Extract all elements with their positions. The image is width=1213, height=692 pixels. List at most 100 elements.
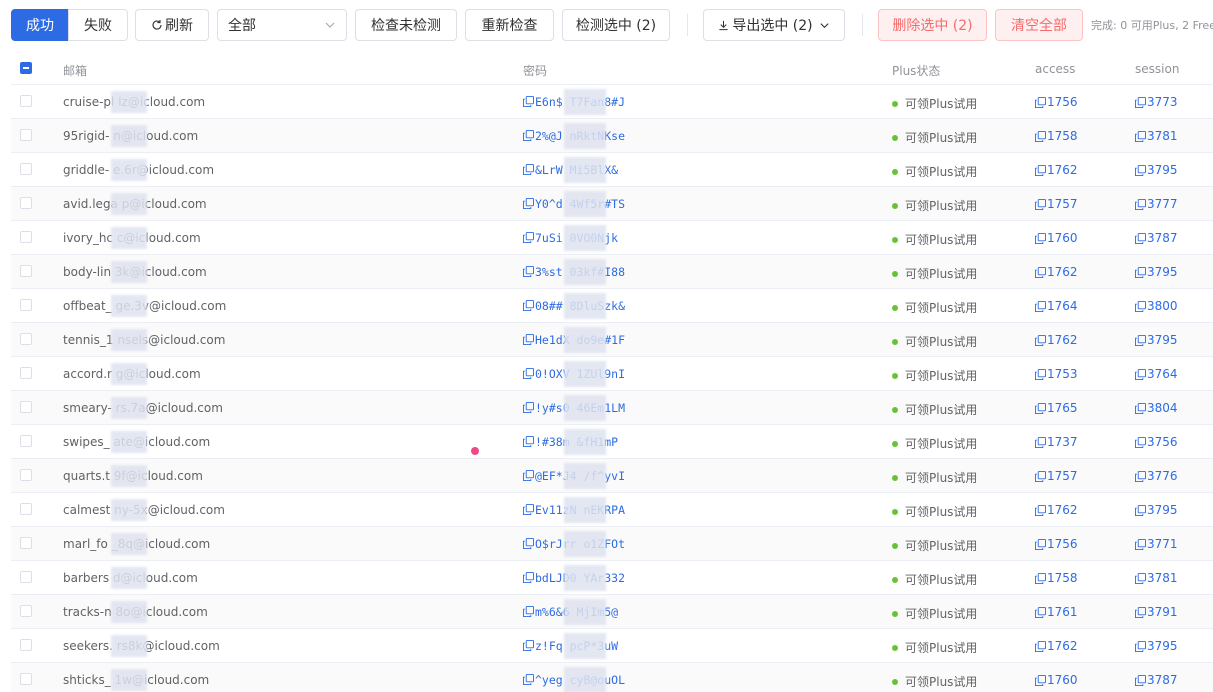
refresh-button[interactable]: 刷新: [135, 9, 209, 41]
row-checkbox[interactable]: [20, 469, 32, 484]
row-access-copy[interactable]: 1760: [1035, 231, 1078, 245]
row-access-copy[interactable]: 1760: [1035, 673, 1078, 687]
row-access-copy[interactable]: 1757: [1035, 469, 1078, 483]
select-all-checkbox[interactable]: [20, 62, 32, 77]
row-access-copy[interactable]: 1758: [1035, 129, 1078, 143]
row-access-copy[interactable]: 1762: [1035, 503, 1078, 517]
row-session: 3787: [1147, 231, 1178, 245]
row-session-copy[interactable]: 3791: [1135, 605, 1178, 619]
row-checkbox[interactable]: [20, 231, 32, 246]
check-unchecked-button[interactable]: 检查未检测: [355, 9, 457, 41]
copy-icon: [1135, 164, 1146, 176]
row-session-copy[interactable]: 3781: [1135, 129, 1178, 143]
table-row[interactable]: accord.r g@icloud.com0!OXV 1ZUl9nI可领Plus…: [11, 357, 1213, 391]
table-row[interactable]: smeary- rs.7a@icloud.com!y#s0 46Em1LM可领P…: [11, 391, 1213, 425]
email-redaction: [111, 125, 147, 147]
status-filter-select[interactable]: 全部: [217, 9, 347, 41]
status-dot: [892, 678, 898, 685]
row-session-copy[interactable]: 3787: [1135, 673, 1178, 687]
row-session-copy[interactable]: 3764: [1135, 367, 1178, 381]
password-redaction: [564, 633, 606, 659]
row-checkbox[interactable]: [20, 503, 32, 518]
table-row[interactable]: barbers d@icloud.combdLJD0 YAr332可领Plus试…: [11, 561, 1213, 595]
row-access-copy[interactable]: 1762: [1035, 265, 1078, 279]
row-session-copy[interactable]: 3787: [1135, 231, 1178, 245]
check-selected-button[interactable]: 检测选中 (2): [562, 9, 670, 41]
table-row[interactable]: calmest ny-5x@icloud.comEv11zN nEKRPA可领P…: [11, 493, 1213, 527]
row-access-copy[interactable]: 1762: [1035, 639, 1078, 653]
row-checkbox[interactable]: [20, 571, 32, 586]
row-checkbox[interactable]: [20, 639, 32, 654]
row-access: 1737: [1047, 435, 1078, 449]
table-row[interactable]: body-lin 3k@icloud.com3%st 03kf#I88可领Plu…: [11, 255, 1213, 289]
table-row[interactable]: tracks-n 8o@icloud.comm%6&6 MjIm5@可领Plus…: [11, 595, 1213, 629]
row-plus-status: 可领Plus试用: [892, 163, 977, 180]
row-checkbox[interactable]: [20, 673, 32, 688]
table-row[interactable]: cruise-pl lz@icloud.comE6n$ T7Fan8#J可领Pl…: [11, 85, 1213, 119]
clear-all-button[interactable]: 清空全部: [995, 9, 1083, 41]
row-plus-status: 可领Plus试用: [892, 605, 977, 622]
row-access-copy[interactable]: 1762: [1035, 163, 1078, 177]
row-session-copy[interactable]: 3771: [1135, 537, 1178, 551]
row-access-copy[interactable]: 1764: [1035, 299, 1078, 313]
row-session-copy[interactable]: 3804: [1135, 401, 1178, 415]
row-checkbox[interactable]: [20, 197, 32, 212]
copy-icon: [1135, 402, 1146, 414]
row-session-copy[interactable]: 3800: [1135, 299, 1178, 313]
row-checkbox[interactable]: [20, 95, 32, 110]
row-access-copy[interactable]: 1737: [1035, 435, 1078, 449]
row-access-copy[interactable]: 1753: [1035, 367, 1078, 381]
row-checkbox[interactable]: [20, 163, 32, 178]
password-redaction: [564, 429, 606, 455]
row-access-copy[interactable]: 1762: [1035, 333, 1078, 347]
table-row[interactable]: griddle- e.6r@icloud.com&LrW Mi5BlX&可领Pl…: [11, 153, 1213, 187]
row-session-copy[interactable]: 3795: [1135, 163, 1178, 177]
row-checkbox[interactable]: [20, 537, 32, 552]
row-checkbox[interactable]: [20, 333, 32, 348]
table-row[interactable]: marl_fo _8q@icloud.comO$rJrr o1ZFOt可领Plu…: [11, 527, 1213, 561]
copy-icon: [1135, 266, 1146, 278]
export-selected-button[interactable]: 导出选中 (2): [703, 9, 845, 41]
row-session-copy[interactable]: 3777: [1135, 197, 1178, 211]
row-session: 3791: [1147, 605, 1178, 619]
filter-success-tab[interactable]: 成功: [11, 9, 69, 41]
table-row[interactable]: avid.lega p@icloud.comY0^d 4Wf5r#TS可领Plu…: [11, 187, 1213, 221]
delete-selected-button[interactable]: 删除选中 (2): [878, 9, 987, 41]
row-session-copy[interactable]: 3773: [1135, 95, 1178, 109]
table-row[interactable]: seekers. rs8k@icloud.comz!Fq pcP*3uW可领Pl…: [11, 629, 1213, 663]
table-row[interactable]: offbeat_ ge.3v@icloud.com08## 8DluSzk&可领…: [11, 289, 1213, 323]
table-header: 邮箱 密码 Plus状态 access session: [11, 52, 1213, 85]
check-status-text: 完成: 0 可用Plus, 2 Free: [1091, 19, 1213, 32]
row-session-copy[interactable]: 3795: [1135, 265, 1178, 279]
row-checkbox[interactable]: [20, 299, 32, 314]
row-checkbox[interactable]: [20, 435, 32, 450]
table-row[interactable]: 95rigid- n@icloud.com2%@J nRktNKse可领Plus…: [11, 119, 1213, 153]
row-checkbox[interactable]: [20, 401, 32, 416]
table-row[interactable]: ivory_hc c@icloud.com7uSi 0VO0Njk可领Plus试…: [11, 221, 1213, 255]
row-access-copy[interactable]: 1765: [1035, 401, 1078, 415]
row-session-copy[interactable]: 3781: [1135, 571, 1178, 585]
table-row[interactable]: shticks_ 1w@icloud.com^yeg cyB@ouOL可领Plu…: [11, 663, 1213, 692]
row-access-copy[interactable]: 1756: [1035, 95, 1078, 109]
table-row[interactable]: tennis_1 nsels@icloud.comHe1dX do9e#1F可领…: [11, 323, 1213, 357]
status-dot: [892, 168, 898, 175]
filter-fail-tab[interactable]: 失败: [68, 9, 128, 41]
row-session: 3764: [1147, 367, 1178, 381]
row-checkbox[interactable]: [20, 265, 32, 280]
row-session-copy[interactable]: 3776: [1135, 469, 1178, 483]
row-access-copy[interactable]: 1756: [1035, 537, 1078, 551]
row-checkbox[interactable]: [20, 129, 32, 144]
recheck-button[interactable]: 重新检查: [465, 9, 554, 41]
table-row[interactable]: quarts.t 9f@icloud.com@EF*J4 /f^yvI可领Plu…: [11, 459, 1213, 493]
row-checkbox[interactable]: [20, 367, 32, 382]
row-session-copy[interactable]: 3756: [1135, 435, 1178, 449]
row-session-copy[interactable]: 3795: [1135, 333, 1178, 347]
row-session-copy[interactable]: 3795: [1135, 639, 1178, 653]
row-checkbox[interactable]: [20, 605, 32, 620]
row-access-copy[interactable]: 1761: [1035, 605, 1078, 619]
row-access-copy[interactable]: 1758: [1035, 571, 1078, 585]
row-session: 3777: [1147, 197, 1178, 211]
row-session-copy[interactable]: 3795: [1135, 503, 1178, 517]
table-row[interactable]: swipes_ ate@icloud.com!#38m &fH1mP可领Plus…: [11, 425, 1213, 459]
row-access-copy[interactable]: 1757: [1035, 197, 1078, 211]
